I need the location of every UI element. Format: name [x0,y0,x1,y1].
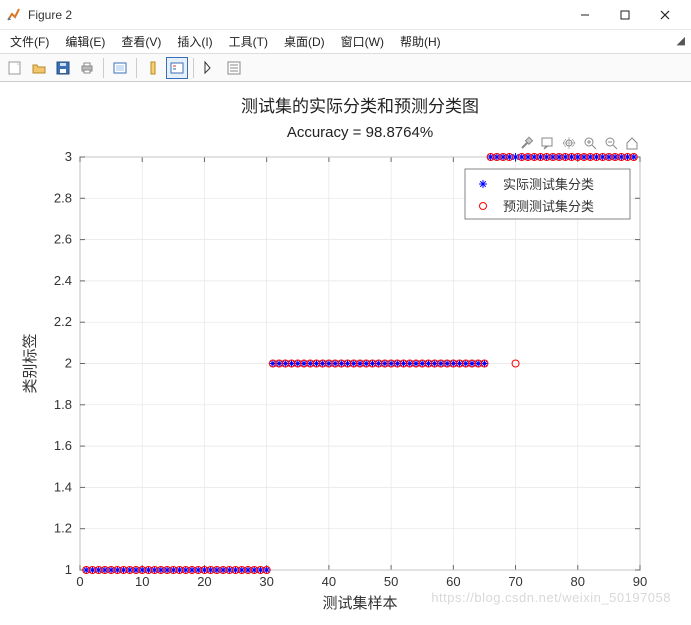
axes-area: 0 10 20 30 40 50 60 70 80 90 1 1.2 1.4 1.6 1.8 2 2.2 2.4 2… [0,82,691,625]
svg-text:60: 60 [446,574,460,589]
window-title: Figure 2 [28,8,72,22]
svg-text:10: 10 [135,574,149,589]
svg-text:1.2: 1.2 [54,521,72,536]
zoom-in-icon[interactable] [581,134,599,152]
window-titlebar: Figure 2 [0,0,691,30]
menu-window[interactable]: 窗口(W) [335,31,390,52]
svg-text:2.6: 2.6 [54,232,72,247]
print-button[interactable] [76,57,98,79]
edit-plot-button[interactable] [199,57,221,79]
svg-text:类别标签: 类别标签 [22,333,39,393]
menu-edit[interactable]: 编辑(E) [59,31,111,52]
restore-view-icon[interactable] [623,134,641,152]
menu-view[interactable]: 查看(V) [115,31,167,52]
toolbar-separator [193,58,194,78]
menubar-overflow-icon[interactable]: ◢ [677,34,685,47]
svg-text:50: 50 [384,574,398,589]
save-button[interactable] [52,57,74,79]
svg-text:30: 30 [259,574,273,589]
svg-text:实际测试集分类: 实际测试集分类 [503,177,594,192]
svg-text:2.4: 2.4 [54,273,72,288]
svg-text:Accuracy = 98.8764%: Accuracy = 98.8764% [287,124,433,141]
insert-colorbar-button[interactable] [142,57,164,79]
svg-text:2.2: 2.2 [54,314,72,329]
svg-text:0: 0 [76,574,83,589]
menu-insert[interactable]: 插入(I) [171,31,218,52]
svg-text:1: 1 [65,562,72,577]
maximize-button[interactable] [605,1,645,29]
open-button[interactable] [28,57,50,79]
minimize-button[interactable] [565,1,605,29]
svg-text:90: 90 [633,574,647,589]
menu-file[interactable]: 文件(F) [4,31,55,52]
matlab-icon [6,7,22,23]
brush-icon[interactable] [518,134,536,152]
menu-desktop[interactable]: 桌面(D) [278,31,331,52]
open-property-inspector-button[interactable] [223,57,245,79]
svg-text:测试集样本: 测试集样本 [322,595,397,612]
insert-legend-button[interactable] [166,57,188,79]
svg-text:80: 80 [571,574,585,589]
pan-icon[interactable] [560,134,578,152]
link-plot-button[interactable] [109,57,131,79]
axes-toolbar [518,134,641,152]
close-button[interactable] [645,1,685,29]
svg-text:测试集的实际分类和预测分类图: 测试集的实际分类和预测分类图 [241,97,479,116]
toolbar-separator [136,58,137,78]
datatip-icon[interactable] [539,134,557,152]
menubar: 文件(F) 编辑(E) 查看(V) 插入(I) 工具(T) 桌面(D) 窗口(W… [0,30,691,54]
chart[interactable]: 0 10 20 30 40 50 60 70 80 90 1 1.2 1.4 1.6 1.8 2 2.2 2.4 2… [0,82,691,625]
svg-text:预测测试集分类: 预测测试集分类 [503,199,594,214]
toolbar [0,54,691,82]
zoom-out-icon[interactable] [602,134,620,152]
svg-text:40: 40 [322,574,336,589]
menu-tools[interactable]: 工具(T) [223,31,274,52]
toolbar-separator [103,58,104,78]
svg-text:20: 20 [197,574,211,589]
svg-text:1.6: 1.6 [54,438,72,453]
svg-text:2: 2 [65,356,72,371]
menu-help[interactable]: 帮助(H) [394,31,447,52]
svg-text:2.8: 2.8 [54,190,72,205]
svg-text:70: 70 [508,574,522,589]
svg-text:1.8: 1.8 [54,397,72,412]
new-figure-button[interactable] [4,57,26,79]
svg-text:1.4: 1.4 [54,479,72,494]
svg-text:3: 3 [65,149,72,164]
